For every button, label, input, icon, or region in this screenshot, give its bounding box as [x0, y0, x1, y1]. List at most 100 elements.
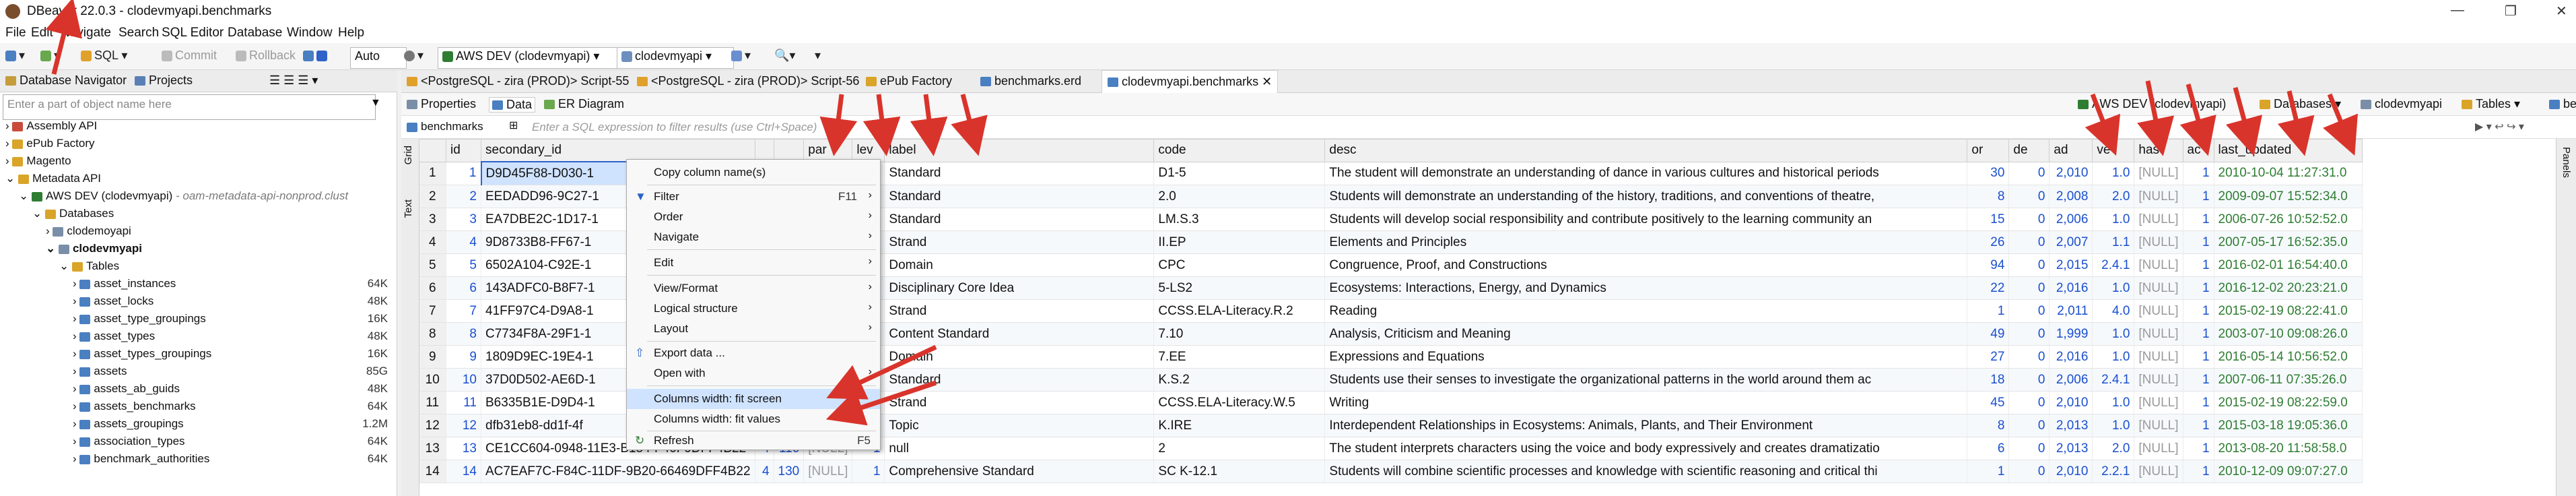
- cell[interactable]: 130: [774, 460, 805, 483]
- cell-has[interactable]: [NULL]: [2134, 322, 2183, 346]
- cell-code[interactable]: II.EP: [1153, 230, 1326, 254]
- cell-label[interactable]: Topic: [884, 414, 1155, 437]
- row-number[interactable]: 2: [419, 185, 446, 208]
- cell-ve[interactable]: 4.0: [2092, 299, 2135, 323]
- table-row[interactable]: 14 14 AC7EAF7C-F84C-11DF-9B20-66469DFF4B22…: [419, 460, 2363, 483]
- menu-item-view-format[interactable]: View/Format ›: [627, 278, 880, 299]
- search-icon[interactable]: 🔍▾: [774, 49, 795, 63]
- menu-sql-editor[interactable]: SQL Editor: [162, 26, 224, 40]
- cell[interactable]: 4: [755, 460, 774, 483]
- cell-ac[interactable]: 1: [2183, 185, 2214, 208]
- cell-ac[interactable]: 1: [2183, 299, 2214, 323]
- cell-has[interactable]: [NULL]: [2134, 345, 2183, 369]
- cell-last-updated[interactable]: 2013-08-20 11:58:58.0: [2214, 437, 2363, 460]
- tab-script-55[interactable]: <PostgreSQL - zira (PROD)> Script-55: [407, 74, 629, 88]
- text-view-toggle[interactable]: Text: [403, 199, 414, 218]
- auto-commit-select[interactable]: Auto: [350, 47, 407, 69]
- tree-item[interactable]: ⌄ AWS DEV (clodevmyapi) - oam-metadata-a…: [0, 187, 397, 205]
- cell-label[interactable]: Standard: [884, 185, 1155, 208]
- cell-desc[interactable]: Students use their senses to investigate…: [1324, 368, 1968, 392]
- tree-item[interactable]: › clodemoyapi: [0, 222, 397, 240]
- cell-ac[interactable]: 1: [2183, 208, 2214, 231]
- cell-last-updated[interactable]: 2003-07-10 09:08:26.0: [2214, 322, 2363, 346]
- cell-label[interactable]: Comprehensive Standard: [884, 460, 1155, 483]
- cell-ad[interactable]: 2,015: [2049, 253, 2093, 277]
- column-header[interactable]: desc: [1324, 139, 1968, 162]
- cell-id[interactable]: 4: [446, 230, 481, 254]
- cell-desc[interactable]: Ecosystems: Interactions, Energy, and Dy…: [1324, 276, 1968, 300]
- cell-or[interactable]: 15: [1967, 208, 2010, 231]
- cell-ad[interactable]: 2,013: [2049, 437, 2093, 460]
- breadcrumb-connection[interactable]: AWS DEV (clodevmyapi): [2078, 97, 2226, 111]
- cell-id[interactable]: 8: [446, 322, 481, 346]
- navigator-search-input[interactable]: Enter a part of object name here: [3, 94, 376, 120]
- menu-item-logical-structure[interactable]: Logical structure ›: [627, 299, 880, 319]
- chevron-down-icon[interactable]: ▾: [815, 49, 821, 63]
- tree-item[interactable]: ⌄ clodevmyapi: [0, 240, 397, 257]
- row-number[interactable]: 8: [419, 322, 446, 346]
- cell-id[interactable]: 9: [446, 345, 481, 369]
- filter-history-icon[interactable]: ⊞: [509, 119, 518, 132]
- cell-desc[interactable]: Analysis, Criticism and Meaning: [1324, 322, 1968, 346]
- cell-id[interactable]: 14: [446, 460, 481, 483]
- cell-label[interactable]: null: [884, 437, 1155, 460]
- row-number[interactable]: 11: [419, 391, 446, 414]
- navigate-icon[interactable]: ▾: [40, 49, 60, 63]
- tree-item[interactable]: › Assembly API: [0, 117, 397, 135]
- row-number[interactable]: 7: [419, 299, 446, 323]
- commit-button[interactable]: Commit: [162, 49, 217, 63]
- filter-icon[interactable]: ▼: [370, 97, 381, 109]
- navigator-toolbar-icons[interactable]: ☰ ☰ ☰ ▾: [269, 73, 318, 88]
- cell-ad[interactable]: 2,007: [2049, 230, 2093, 254]
- cell-desc[interactable]: The student interprets characters using …: [1324, 437, 1968, 460]
- cell-ve[interactable]: 2.0: [2092, 437, 2135, 460]
- cell-id[interactable]: 12: [446, 414, 481, 437]
- menu-help[interactable]: Help: [338, 26, 364, 40]
- cell-de[interactable]: 0: [2008, 345, 2050, 369]
- tree-item[interactable]: ⌄ Databases: [0, 205, 397, 222]
- cell-par[interactable]: [NULL]: [803, 460, 853, 483]
- cell-code[interactable]: CCSS.ELA-Literacy.W.5: [1153, 391, 1326, 414]
- cell-has[interactable]: [NULL]: [2134, 414, 2183, 437]
- cell-ac[interactable]: 1: [2183, 368, 2214, 392]
- menu-item-refresh[interactable]: ↻ Refresh F5: [627, 431, 880, 451]
- cell-desc[interactable]: The student will demonstrate an understa…: [1324, 162, 1968, 185]
- tree-item-table[interactable]: › assets_ab_guids 48K: [0, 380, 397, 398]
- cell-has[interactable]: [NULL]: [2134, 276, 2183, 300]
- menu-edit[interactable]: Edit: [31, 26, 53, 40]
- cell-label[interactable]: Standard: [884, 368, 1155, 392]
- cell-label[interactable]: Disciplinary Core Idea: [884, 276, 1155, 300]
- cell-ac[interactable]: 1: [2183, 322, 2214, 346]
- cell-de[interactable]: 0: [2008, 460, 2050, 483]
- cell-ve[interactable]: 2.4.1: [2092, 368, 2135, 392]
- cell-desc[interactable]: Elements and Principles: [1324, 230, 1968, 254]
- cell-de[interactable]: 0: [2008, 253, 2050, 277]
- cell-label[interactable]: Standard: [884, 162, 1155, 185]
- tree-item-table[interactable]: › asset_locks 48K: [0, 292, 397, 310]
- tree-item-table[interactable]: › asset_type_groupings 16K: [0, 310, 397, 328]
- cell-desc[interactable]: Students will develop social responsibil…: [1324, 208, 1968, 231]
- cell-id[interactable]: 3: [446, 208, 481, 231]
- cell-ve[interactable]: 2.4.1: [2092, 253, 2135, 277]
- cell-last-updated[interactable]: 2015-02-19 08:22:41.0: [2214, 299, 2363, 323]
- row-number[interactable]: 5: [419, 253, 446, 277]
- cell-code[interactable]: CPC: [1153, 253, 1326, 277]
- cell-id[interactable]: 11: [446, 391, 481, 414]
- column-header[interactable]: code: [1153, 139, 1326, 162]
- column-header[interactable]: par: [803, 139, 853, 162]
- cell-code[interactable]: LM.S.3: [1153, 208, 1326, 231]
- active-schema-select[interactable]: clodevmyapi ▾: [617, 47, 734, 69]
- sql-editor-button[interactable]: SQL ▾: [81, 49, 127, 63]
- cell-has[interactable]: [NULL]: [2134, 253, 2183, 277]
- cell-label[interactable]: Standard: [884, 208, 1155, 231]
- cell-last-updated[interactable]: 2016-02-01 16:54:40.0: [2214, 253, 2363, 277]
- row-number[interactable]: 10: [419, 368, 446, 392]
- cell-ad[interactable]: 2,010: [2049, 391, 2093, 414]
- cell-secondary-id[interactable]: AC7EAF7C-F84C-11DF-9B20-66469DFF4B22: [481, 460, 755, 483]
- column-header[interactable]: lev: [852, 139, 885, 162]
- cell-last-updated[interactable]: 2007-06-11 07:35:26.0: [2214, 368, 2363, 392]
- cell-desc[interactable]: Writing: [1324, 391, 1968, 414]
- cell-ad[interactable]: 1,999: [2049, 322, 2093, 346]
- settings-icon[interactable]: ▾: [404, 49, 423, 63]
- row-number[interactable]: 3: [419, 208, 446, 231]
